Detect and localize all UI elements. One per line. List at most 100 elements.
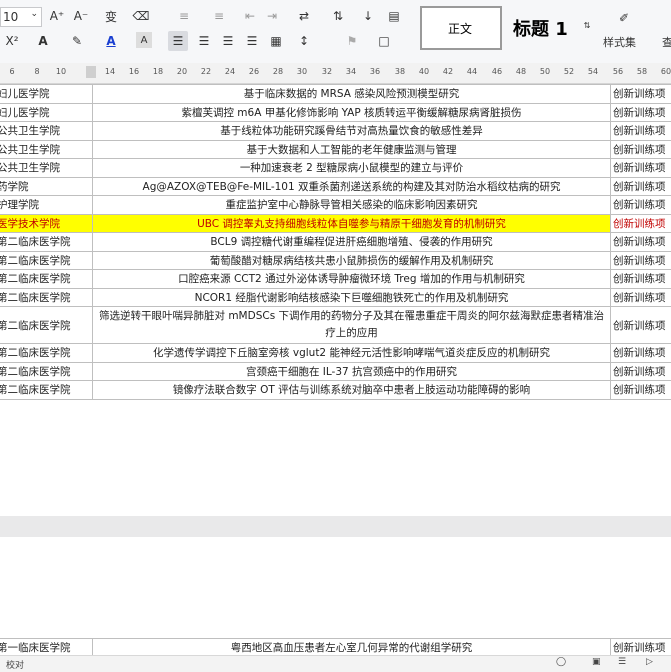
title-cell[interactable]: 葡萄酸醋对糖尿病结核共患小鼠肺损伤的缓解作用及机制研究: [93, 251, 611, 270]
table-row: 第二临床医学院NCOR1 经脂代谢影响结核感染下巨噬细胞铁死亡的作用及机制研究创…: [0, 288, 671, 307]
type-cell[interactable]: 创新训练项: [611, 122, 671, 141]
superscript-button[interactable]: X²: [0, 31, 24, 51]
type-cell[interactable]: 创新训练项: [611, 251, 671, 270]
college-cell[interactable]: 公共卫生学院: [0, 140, 93, 159]
college-cell[interactable]: 医学技术学院: [0, 214, 93, 233]
title-cell[interactable]: UBC 调控睾丸支持细胞线粒体自噬参与精原干细胞发育的机制研究: [93, 214, 611, 233]
type-cell[interactable]: 创新训练项: [611, 196, 671, 215]
grow-font-button[interactable]: A⁺: [48, 6, 66, 26]
title-cell[interactable]: 重症监护室中心静脉导管相关感染的临床影响因素研究: [93, 196, 611, 215]
type-cell[interactable]: 创新训练项: [611, 159, 671, 178]
type-cell[interactable]: 创新训练项: [611, 270, 671, 289]
college-cell[interactable]: 护理学院: [0, 196, 93, 215]
college-cell[interactable]: 药学院: [0, 177, 93, 196]
sort-icon[interactable]: ↓: [358, 6, 378, 26]
font-color-icon[interactable]: A: [98, 31, 124, 51]
style-set-label[interactable]: 样式集: [603, 34, 636, 50]
college-cell[interactable]: 第二临床医学院: [0, 344, 93, 363]
type-cell[interactable]: 创新训练项: [611, 362, 671, 381]
title-cell[interactable]: 宫颈癌干细胞在 IL-37 抗宫颈癌中的作用研究: [93, 362, 611, 381]
college-cell[interactable]: 妇儿医学院: [0, 85, 93, 104]
college-cell[interactable]: 公共卫生学院: [0, 159, 93, 178]
bullet-list-icon[interactable]: ≡: [170, 6, 198, 26]
show-marks-icon[interactable]: ▤: [384, 6, 404, 26]
table-row: 公共卫生学院一种加速衰老 2 型糖尿病小鼠模型的建立与评价创新训练项: [0, 159, 671, 178]
title-cell[interactable]: 口腔癌来源 CCT2 通过外泌体诱导肿瘤微环境 Treg 增加的作用与机制研究: [93, 270, 611, 289]
shrink-font-button[interactable]: A⁻: [72, 6, 90, 26]
type-cell[interactable]: 创新训练项: [611, 214, 671, 233]
paragraph-spacing-icon[interactable]: ↕: [292, 31, 316, 51]
clear-format-icon[interactable]: ⌫: [130, 6, 152, 26]
type-cell[interactable]: 创新训练项: [611, 233, 671, 252]
type-cell[interactable]: 创新训练项: [611, 177, 671, 196]
increase-indent-icon[interactable]: ⇥: [262, 6, 282, 26]
find-label[interactable]: 查: [662, 34, 671, 50]
college-cell[interactable]: 第二临床医学院: [0, 381, 93, 400]
chevron-down-icon: ⌄: [30, 9, 38, 19]
type-cell[interactable]: 创新训练项: [611, 103, 671, 122]
college-cell[interactable]: 第二临床医学院: [0, 307, 93, 344]
title-cell[interactable]: 基于线粒体功能研究蹊骨结节对高热量饮食的敏感性差异: [93, 122, 611, 141]
title-cell[interactable]: 基于大数据和人工智能的老年健康监测与管理: [93, 140, 611, 159]
table-row: 第二临床医学院口腔癌来源 CCT2 通过外泌体诱导肿瘤微环境 Treg 增加的作…: [0, 270, 671, 289]
title-cell[interactable]: 紫檀芙调控 m6A 甲基化修饰影响 YAP 核质转运平衡缓解糖尿病肾脏损伤: [93, 103, 611, 122]
horizontal-ruler[interactable]: 6810141618202224262830323436384042444648…: [0, 63, 671, 84]
college-cell[interactable]: 第二临床医学院: [0, 251, 93, 270]
play-icon[interactable]: ▷: [646, 657, 653, 667]
ruler-tick: 36: [370, 67, 380, 76]
title-cell[interactable]: 化学遗传学调控下丘脑室旁核 vglut2 能神经元活性影响哮喘气道炎症反应的机制…: [93, 344, 611, 363]
border-icon[interactable]: □: [372, 31, 396, 51]
type-cell[interactable]: 创新训练项: [611, 85, 671, 104]
type-cell[interactable]: 创新训练项: [611, 344, 671, 363]
college-cell[interactable]: 第二临床医学院: [0, 270, 93, 289]
view-icon[interactable]: ◯: [556, 657, 566, 667]
college-cell[interactable]: 第二临床医学院: [0, 288, 93, 307]
type-cell[interactable]: 创新训练项: [611, 288, 671, 307]
title-cell[interactable]: 镜像疗法联合数字 OT 评估与训练系统对脑卒中患者上肢运动功能障碍的影响: [93, 381, 611, 400]
distributed-icon[interactable]: ▦: [266, 31, 286, 51]
type-cell[interactable]: 创新训练项: [611, 140, 671, 159]
college-cell[interactable]: 公共卫生学院: [0, 122, 93, 141]
shading-icon[interactable]: ⚑: [340, 31, 364, 51]
outline-view-icon[interactable]: ☰: [618, 657, 626, 667]
project-table: 妇儿医学院基于临床数据的 MRSA 感染风险预测模型研究创新训练项妇儿医学院紫檀…: [0, 84, 671, 400]
title-cell[interactable]: 筛选逆转干眼叶喘异肺脏对 mMDSCs 下调作用的药物分子及其在罹患重症干周炎的…: [93, 307, 611, 344]
table-row: 第二临床医学院化学遗传学调控下丘脑室旁核 vglut2 能神经元活性影响哮喘气道…: [0, 344, 671, 363]
ruler-margin-marker[interactable]: [86, 66, 96, 78]
line-spacing-icon[interactable]: ⇅: [326, 6, 350, 26]
college-cell[interactable]: 妇儿医学院: [0, 103, 93, 122]
ruler-tick: 22: [201, 67, 211, 76]
type-cell[interactable]: 创新训练项: [611, 381, 671, 400]
ruler-tick: 16: [129, 67, 139, 76]
title-cell[interactable]: BCL9 调控糖代谢重编程促进肝癌细胞增殖、侵袭的作用研究: [93, 233, 611, 252]
ruler-tick: 20: [177, 67, 187, 76]
page-gap: [0, 516, 671, 537]
style-normal[interactable]: 正文: [420, 6, 502, 50]
table-row: 妇儿医学院紫檀芙调控 m6A 甲基化修饰影响 YAP 核质转运平衡缓解糖尿病肾脏…: [0, 103, 671, 122]
highlight-color-icon[interactable]: ✎: [64, 31, 90, 51]
numbered-list-icon[interactable]: ≡: [205, 6, 233, 26]
justify-icon[interactable]: ☰: [242, 31, 262, 51]
decrease-indent-icon[interactable]: ⇤: [240, 6, 260, 26]
align-left-icon[interactable]: ☰: [168, 31, 188, 51]
status-left[interactable]: 校对: [6, 658, 24, 671]
style-set-icon[interactable]: ✐: [612, 8, 636, 28]
title-cell[interactable]: Ag@AZOX@TEB@Fe-MIL-101 双重杀菌剂递送系统的构建及其对防治…: [93, 177, 611, 196]
font-size-select[interactable]: 10 ⌄: [0, 7, 42, 27]
phonetic-guide-button[interactable]: 变: [98, 6, 124, 26]
page-view-icon[interactable]: ▣: [592, 657, 601, 667]
type-cell[interactable]: 创新训练项: [611, 307, 671, 344]
title-cell[interactable]: 一种加速衰老 2 型糖尿病小鼠模型的建立与评价: [93, 159, 611, 178]
college-cell[interactable]: 第二临床医学院: [0, 362, 93, 381]
align-right-icon[interactable]: ☰: [218, 31, 238, 51]
text-effect-icon[interactable]: A: [30, 31, 56, 51]
college-cell[interactable]: 第二临床医学院: [0, 233, 93, 252]
text-direction-icon[interactable]: ⇄: [290, 6, 318, 26]
title-cell[interactable]: NCOR1 经脂代谢影响结核感染下巨噬细胞铁死亡的作用及机制研究: [93, 288, 611, 307]
char-shading-icon[interactable]: A: [136, 32, 152, 48]
title-cell[interactable]: 基于临床数据的 MRSA 感染风险预测模型研究: [93, 85, 611, 104]
style-scroll-icon[interactable]: ⇅: [582, 12, 592, 38]
align-center-icon[interactable]: ☰: [194, 31, 214, 51]
table-row: 公共卫生学院基于线粒体功能研究蹊骨结节对高热量饮食的敏感性差异创新训练项: [0, 122, 671, 141]
style-heading1[interactable]: 标题 1: [502, 6, 584, 48]
